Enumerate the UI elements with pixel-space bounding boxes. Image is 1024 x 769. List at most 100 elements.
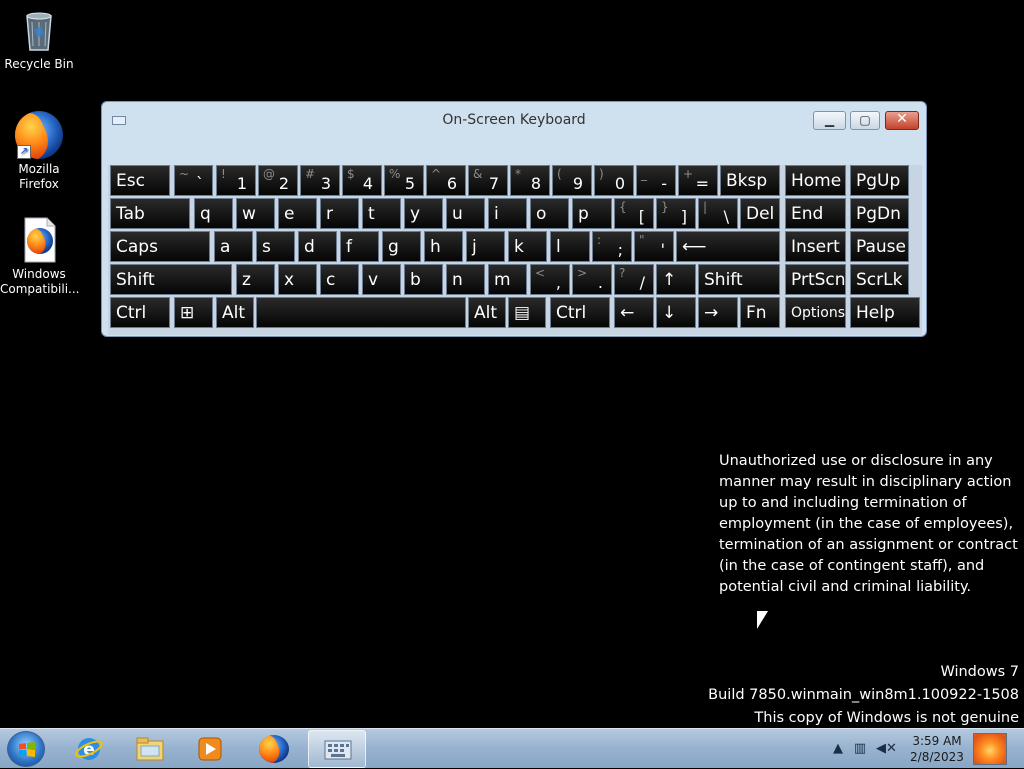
desktop-icon-mozilla-firefox[interactable]: ↗ Mozilla Firefox [0, 111, 78, 192]
key-prtscn[interactable]: PrtScn [785, 264, 846, 295]
key-8[interactable]: * 8 [510, 165, 550, 196]
key-pgup[interactable]: PgUp [850, 165, 909, 196]
key-i[interactable]: i [488, 198, 527, 229]
key-6[interactable]: ^ 6 [426, 165, 466, 196]
key-y[interactable]: y [404, 198, 443, 229]
key-alt[interactable]: Alt [468, 297, 506, 328]
key-x[interactable]: x [278, 264, 317, 295]
key-shift[interactable]: Shift [110, 264, 232, 295]
key-symbol[interactable]: >. [572, 264, 612, 295]
key-insert[interactable]: Insert [785, 231, 846, 262]
show-hidden-icons-button[interactable]: ▲ [830, 741, 846, 757]
key-del[interactable]: Del [740, 198, 780, 229]
taskbar-firefox[interactable] [245, 730, 303, 768]
key-end[interactable]: End [785, 198, 846, 229]
key-symbol[interactable]: " ' [634, 231, 674, 262]
key-esc[interactable]: Esc [110, 165, 170, 196]
desktop-icon-label: Recycle Bin [4, 57, 74, 71]
key-symbol[interactable]: {[ [614, 198, 654, 229]
key-l[interactable]: l [550, 231, 590, 262]
key-symbol[interactable]: ? / [614, 264, 654, 295]
key-ctrl[interactable]: Ctrl [110, 297, 170, 328]
key-symbol[interactable]: _ - [636, 165, 676, 196]
key-symbol[interactable]: ⟵ [676, 231, 780, 262]
title-bar[interactable]: On-Screen Keyboard ▁ ▢ ✕ [102, 102, 926, 134]
minimize-button[interactable]: ▁ [813, 111, 846, 130]
key-5[interactable]: % 5 [384, 165, 424, 196]
key-symbol[interactable]: ▤ [508, 297, 546, 328]
network-icon[interactable]: ▥ [852, 741, 868, 757]
key-home[interactable]: Home [785, 165, 846, 196]
key-u[interactable]: u [446, 198, 485, 229]
desktop-icon-windows-compatibility[interactable]: Windows Compatibili... [0, 216, 79, 297]
key-w[interactable]: w [236, 198, 275, 229]
key-2[interactable]: @2 [258, 165, 298, 196]
key-symbol[interactable]: ← [614, 297, 654, 328]
key-z[interactable]: z [236, 264, 275, 295]
key-e[interactable]: e [278, 198, 317, 229]
key-n[interactable]: n [446, 264, 485, 295]
key-t[interactable]: t [362, 198, 401, 229]
key-symbol[interactable]: }] [656, 198, 696, 229]
key-a[interactable]: a [214, 231, 253, 262]
key-q[interactable]: q [194, 198, 233, 229]
key-3[interactable]: #3 [300, 165, 340, 196]
taskbar-on-screen-keyboard[interactable] [308, 730, 366, 768]
key-symbol[interactable]: + = [678, 165, 718, 196]
taskbar-internet-explorer[interactable]: e [60, 730, 118, 768]
volume-muted-icon[interactable]: ◀✕ [876, 741, 897, 757]
key-symbol[interactable]: → [698, 297, 738, 328]
key-h[interactable]: h [424, 231, 463, 262]
key-alt[interactable]: Alt [216, 297, 254, 328]
key-f[interactable]: f [340, 231, 379, 262]
key-help[interactable]: Help [850, 297, 920, 328]
key-tab[interactable]: Tab [110, 198, 190, 229]
close-button[interactable]: ✕ [885, 111, 919, 130]
start-button[interactable] [7, 731, 45, 767]
key-options[interactable]: Options [785, 297, 846, 328]
key-g[interactable]: g [382, 231, 421, 262]
windows-logo-icon [19, 742, 35, 757]
taskbar-windows-explorer[interactable] [121, 730, 179, 768]
key-symbol[interactable]: ⊞ [174, 297, 213, 328]
key-r[interactable]: r [320, 198, 359, 229]
key-shift-label: ! [221, 167, 226, 181]
key-pgdn[interactable]: PgDn [850, 198, 909, 229]
key-j[interactable]: j [466, 231, 505, 262]
key-c[interactable]: c [320, 264, 359, 295]
key-scrlk[interactable]: ScrLk [850, 264, 909, 295]
key-symbol[interactable]: ↓ [656, 297, 696, 328]
key-v[interactable]: v [362, 264, 401, 295]
key-space-space[interactable] [256, 297, 466, 328]
key-0[interactable]: ) 0 [594, 165, 634, 196]
clock[interactable]: 3:59 AM 2/8/2023 [906, 733, 968, 765]
key-bksp[interactable]: Bksp [720, 165, 780, 196]
key-symbol[interactable]: | \ [698, 198, 738, 229]
key-k[interactable]: k [508, 231, 547, 262]
key-symbol[interactable]: <, [530, 264, 570, 295]
show-desktop-button[interactable] [973, 733, 1007, 765]
key-m[interactable]: m [488, 264, 527, 295]
key-symbol[interactable]: :; [592, 231, 632, 262]
desktop-icon-recycle-bin[interactable]: Recycle Bin [0, 6, 78, 72]
key-p[interactable]: p [572, 198, 612, 229]
key-s[interactable]: s [256, 231, 295, 262]
key-ctrl[interactable]: Ctrl [550, 297, 610, 328]
key-7[interactable]: & 7 [468, 165, 508, 196]
key-1[interactable]: ! 1 [216, 165, 256, 196]
key-4[interactable]: $4 [342, 165, 382, 196]
key-caps[interactable]: Caps [110, 231, 210, 262]
key-label: PrtScn [791, 270, 846, 290]
key-b[interactable]: b [404, 264, 443, 295]
key-pause[interactable]: Pause [850, 231, 909, 262]
key-d[interactable]: d [298, 231, 337, 262]
key-label: t [368, 204, 375, 224]
key-symbol[interactable]: ~ ` [174, 165, 213, 196]
key-o[interactable]: o [530, 198, 569, 229]
key-symbol[interactable]: ↑ [656, 264, 696, 295]
taskbar-media-player[interactable] [181, 730, 239, 768]
key-shift[interactable]: Shift [698, 264, 780, 295]
maximize-button[interactable]: ▢ [850, 111, 880, 130]
key-fn[interactable]: Fn [740, 297, 780, 328]
key-9[interactable]: (9 [552, 165, 592, 196]
